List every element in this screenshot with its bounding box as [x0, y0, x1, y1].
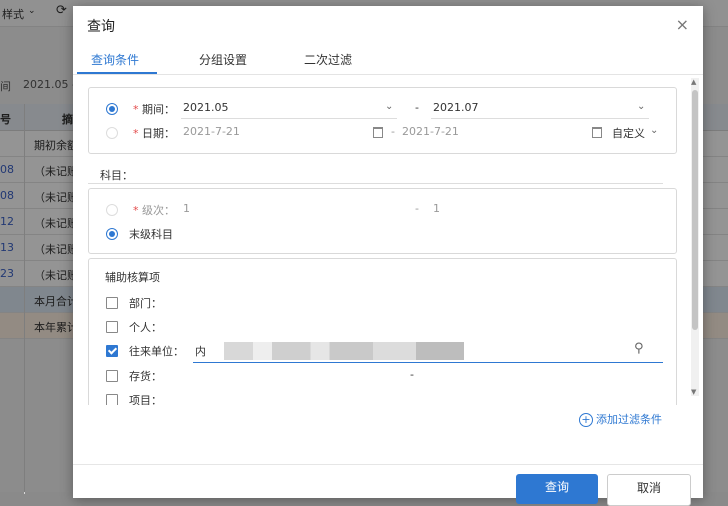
aux-item-person: 个人：	[89, 316, 676, 338]
search-icon[interactable]: ⚲	[634, 341, 644, 356]
dialog-title: 查询	[87, 19, 115, 35]
period-label: 期间：	[142, 103, 175, 116]
aux-item-partner: 往来单位： 内 ⚲	[89, 340, 676, 363]
scroll-up-icon[interactable]: ▲	[691, 78, 696, 86]
plus-circle-icon: +	[579, 413, 593, 427]
aux-title: 辅助核算项	[105, 271, 160, 284]
level-dash: -	[415, 202, 419, 215]
project-checkbox[interactable]	[106, 394, 118, 405]
inventory-dash: -	[410, 368, 414, 381]
tab-secondary-filter[interactable]: 二次过滤	[304, 51, 352, 68]
chevron-down-icon[interactable]: ⌄	[637, 101, 645, 112]
level-end-input[interactable]: 1	[433, 202, 440, 215]
period-radio[interactable]	[106, 103, 118, 115]
period-end-select[interactable]: 2021.07	[433, 101, 479, 114]
inventory-label: 存货：	[129, 370, 162, 383]
partner-input[interactable]: 内	[195, 343, 206, 359]
period-date-group: * 期间： 2021.05 ⌄ - 2021.07 ⌄ * 日期： 2021-7…	[88, 87, 677, 154]
inventory-checkbox[interactable]	[106, 370, 118, 382]
subject-label: 科目：	[100, 169, 133, 182]
scroll-thumb[interactable]	[692, 90, 698, 330]
partner-label: 往来单位：	[129, 345, 184, 358]
scroll-down-icon[interactable]: ▼	[691, 388, 696, 396]
active-tab-indicator	[77, 72, 157, 74]
query-button[interactable]: 查询	[516, 474, 598, 504]
chevron-down-icon[interactable]: ⌄	[385, 101, 393, 112]
partner-checkbox[interactable]	[106, 345, 118, 357]
department-label: 部门：	[129, 297, 162, 310]
person-label: 个人：	[129, 321, 162, 334]
aux-accounting-group: 辅助核算项 部门： 个人： 往来单位： 内 ⚲ 存货： - 项目：	[88, 258, 677, 405]
close-icon[interactable]: ×	[676, 15, 689, 34]
date-dash: -	[391, 125, 395, 138]
level-group: * 级次： 1 - 1 末级科目	[88, 188, 677, 254]
tab-group-settings[interactable]: 分组设置	[199, 51, 247, 68]
dialog-tabs: 查询条件 分组设置 二次过滤	[73, 42, 703, 75]
date-end-input[interactable]: 2021-7-21	[402, 125, 459, 138]
leaf-subject-label: 末级科目	[129, 228, 173, 241]
aux-item-department: 部门：	[89, 292, 676, 314]
add-filter-button[interactable]: + 添加过滤条件	[579, 411, 662, 427]
calendar-icon[interactable]	[373, 127, 383, 138]
person-checkbox[interactable]	[106, 321, 118, 333]
redacted-value	[224, 342, 464, 360]
period-start-select[interactable]: 2021.05	[183, 101, 229, 114]
level-start-input[interactable]: 1	[183, 202, 190, 215]
leaf-subject-radio[interactable]	[106, 228, 118, 240]
calendar-icon[interactable]	[592, 127, 602, 138]
query-conditions-panel: * 期间： 2021.05 ⌄ - 2021.07 ⌄ * 日期： 2021-7…	[73, 75, 703, 405]
date-start-input[interactable]: 2021-7-21	[183, 125, 240, 138]
period-dash: -	[415, 101, 419, 114]
custom-date-select[interactable]: 自定义	[612, 125, 645, 141]
cancel-button[interactable]: 取消	[607, 474, 691, 506]
level-label: 级次：	[142, 204, 175, 217]
date-label: 日期：	[142, 127, 175, 140]
date-radio[interactable]	[106, 127, 118, 139]
query-dialog: 查询 × 查询条件 分组设置 二次过滤 * 期间： 2021.05 ⌄ - 20…	[73, 6, 703, 506]
aux-item-project: 项目：	[89, 389, 676, 405]
level-radio[interactable]	[106, 204, 118, 216]
aux-item-inventory: 存货： -	[89, 365, 676, 387]
tab-query-conditions[interactable]: 查询条件	[91, 51, 139, 68]
chevron-down-icon[interactable]: ⌄	[650, 125, 658, 136]
footer-divider	[73, 464, 703, 465]
content-scrollbar[interactable]: ▲ ▼	[691, 78, 699, 396]
subject-input[interactable]	[88, 183, 663, 184]
department-checkbox[interactable]	[106, 297, 118, 309]
project-label: 项目：	[129, 394, 162, 405]
